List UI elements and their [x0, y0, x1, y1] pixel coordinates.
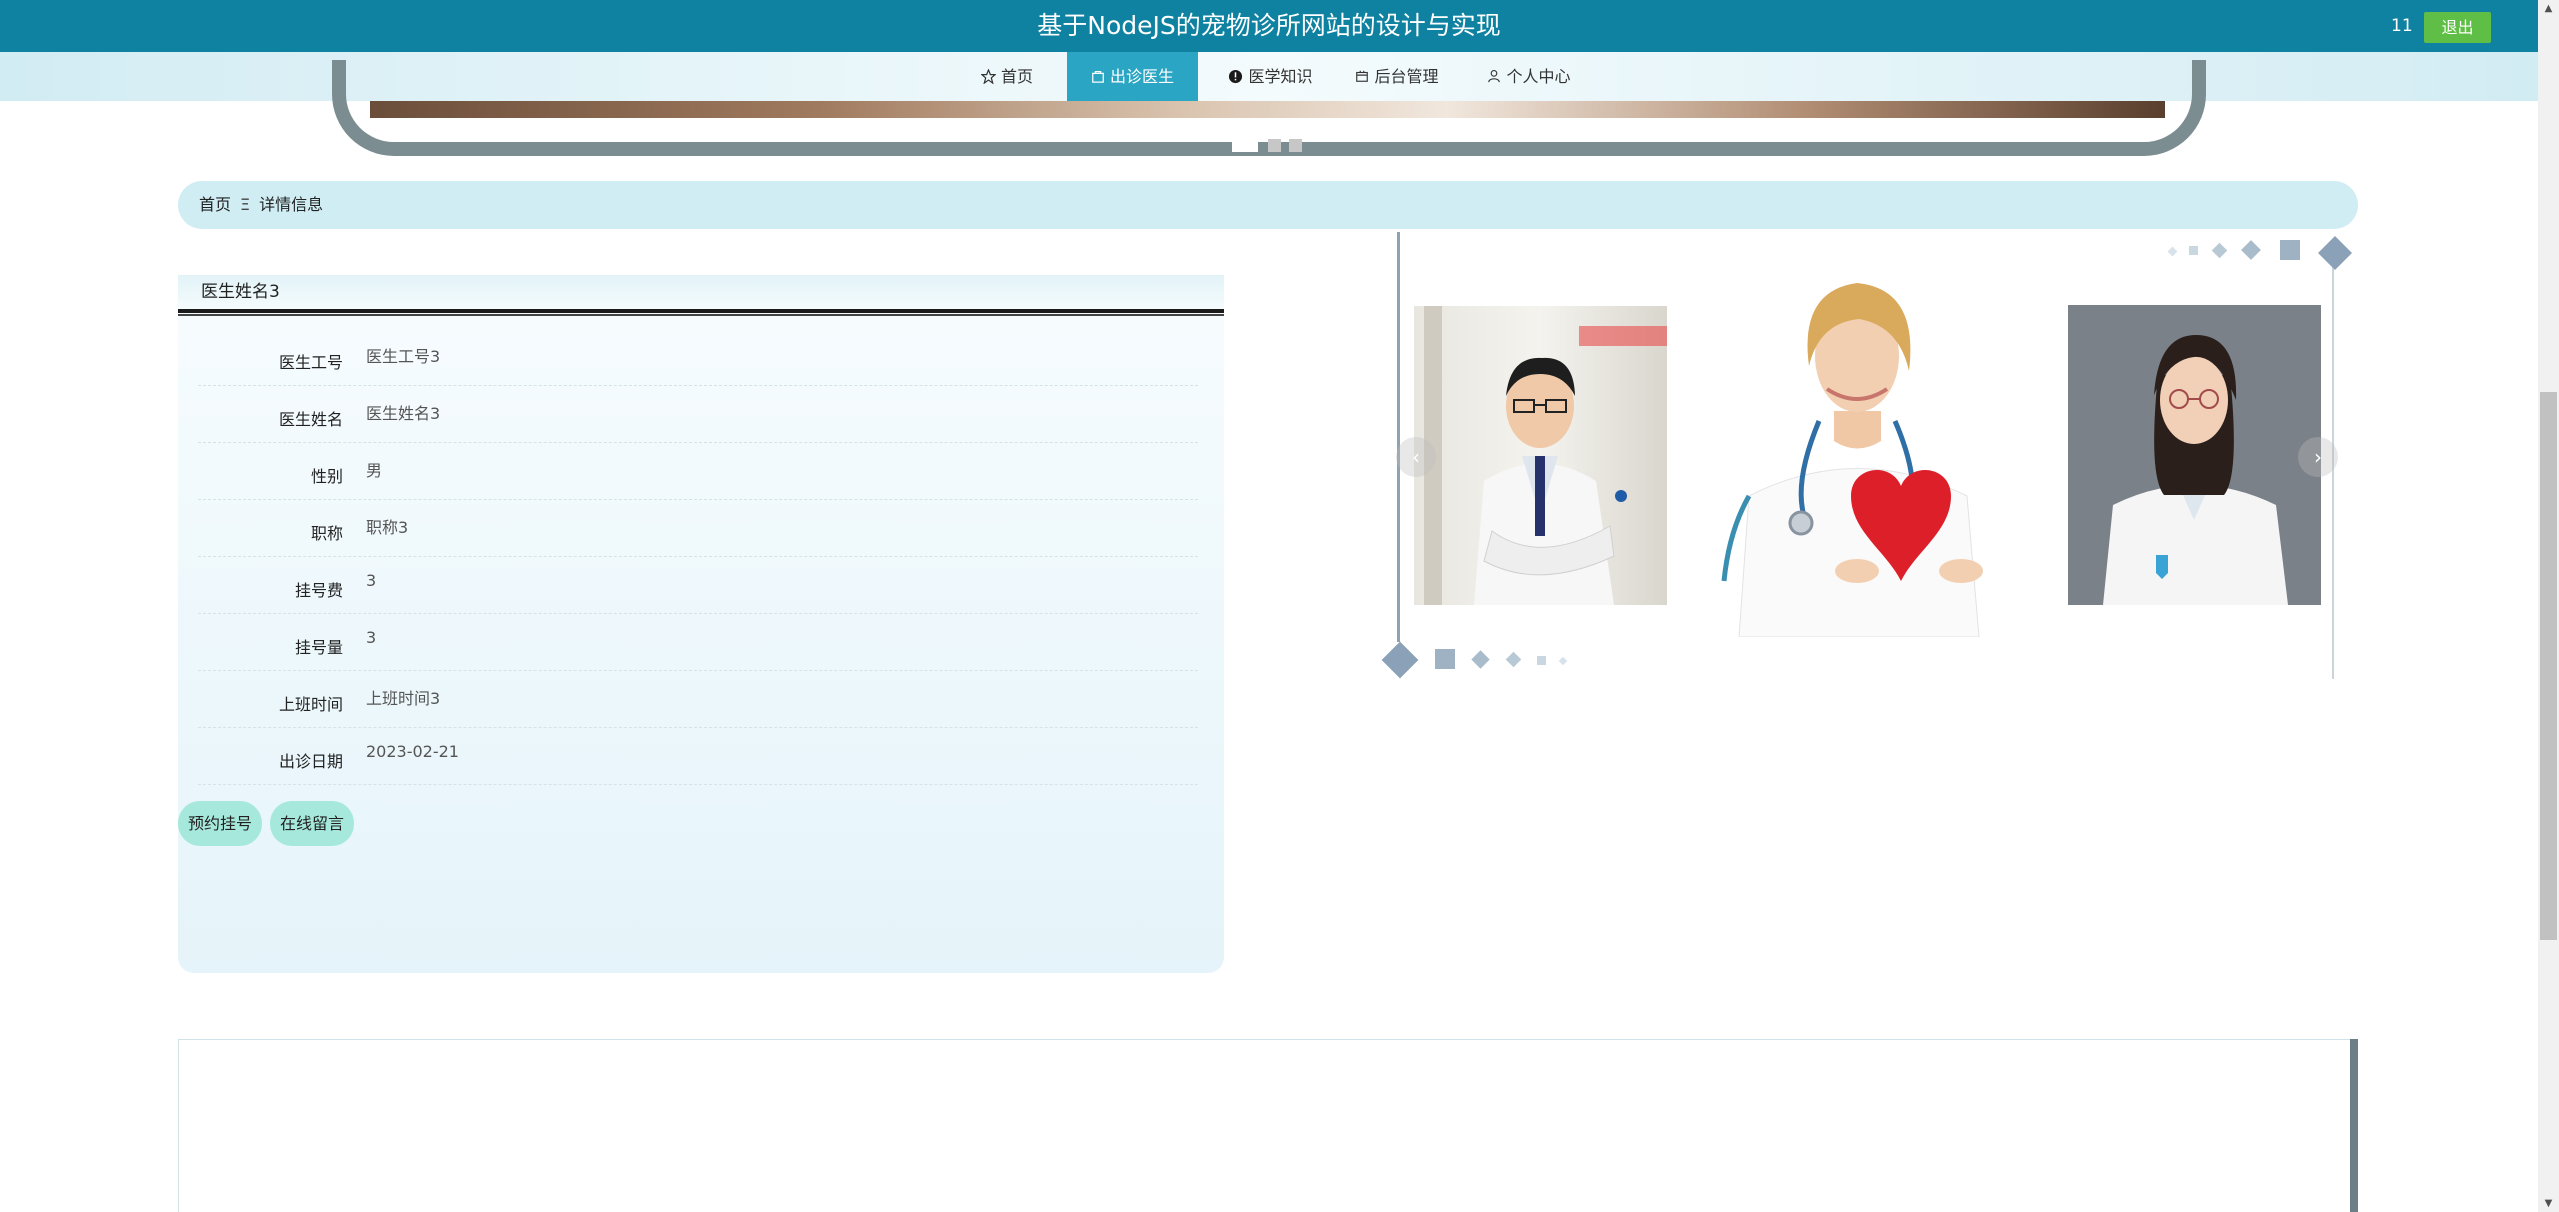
field-label: 医生工号: [278, 353, 343, 372]
carousel-image-doctor-female[interactable]: [2068, 305, 2321, 605]
breadcrumb-separator: Ξ: [240, 195, 251, 214]
field-value: 医生姓名3: [366, 404, 441, 423]
field-row: 职称 职称3: [198, 500, 1198, 557]
field-row: 挂号费 3: [198, 557, 1198, 614]
field-label: 出诊日期: [278, 752, 343, 771]
scroll-up-icon[interactable]: ▲: [2538, 0, 2559, 17]
field-value: 职称3: [366, 518, 409, 537]
field-value: 2023-02-21: [366, 742, 459, 761]
decor-square: [2189, 246, 2198, 255]
field-label: 职称: [310, 524, 343, 543]
field-value: 男: [366, 461, 383, 480]
top-header: 基于NodeJS的宠物诊所网站的设计与实现 11 退出: [0, 0, 2538, 52]
user-name: 11: [2391, 16, 2413, 36]
field-value: 3: [366, 571, 377, 590]
carousel-image-doctor-male[interactable]: [1414, 306, 1667, 605]
site-title: 基于NodeJS的宠物诊所网站的设计与实现: [1037, 11, 1501, 40]
bottom-panel-accent: [2350, 1039, 2358, 1212]
breadcrumb-current: 详情信息: [259, 195, 324, 214]
decor-square: [2280, 240, 2300, 260]
detail-panel: 医生姓名3 医生工号 医生工号3 医生姓名 医生姓名3 性别 男 职称 职称3 …: [178, 275, 1224, 973]
breadcrumb-home[interactable]: 首页: [199, 181, 231, 229]
field-value: 上班时间3: [366, 689, 441, 708]
banner-dot-3[interactable]: [1289, 139, 1302, 152]
field-value: 医生工号3: [366, 347, 441, 366]
detail-title: 医生姓名3: [178, 275, 1224, 309]
field-label: 挂号费: [294, 581, 343, 600]
decor-square: [1537, 656, 1546, 665]
carousel-prev-button[interactable]: ‹: [1396, 437, 1436, 477]
carousel-frame-line: [1397, 232, 1400, 642]
field-label: 挂号量: [294, 638, 343, 657]
bottom-content-panel: [178, 1039, 2358, 1212]
detail-divider: [178, 309, 1224, 316]
field-row: 医生工号 医生工号3: [198, 329, 1198, 386]
scroll-thumb[interactable]: [2540, 392, 2557, 940]
field-label: 上班时间: [278, 695, 343, 714]
field-value: 3: [366, 628, 377, 647]
carousel-image-nurse-heart[interactable]: [1709, 271, 2006, 637]
scroll-down-icon[interactable]: ▼: [2538, 1195, 2559, 1212]
field-row: 医生姓名 医生姓名3: [198, 386, 1198, 443]
banner-dot-1[interactable]: [1232, 139, 1258, 152]
field-label: 性别: [310, 467, 343, 486]
decor-square: [1435, 649, 1455, 669]
logout-button[interactable]: 退出: [2424, 12, 2491, 43]
online-message-button[interactable]: 在线留言: [270, 801, 355, 846]
banner-dot-2[interactable]: [1268, 139, 1281, 152]
field-row: 性别 男: [198, 443, 1198, 500]
field-row: 挂号量 3: [198, 614, 1198, 671]
field-row: 出诊日期 2023-02-21: [198, 728, 1198, 785]
field-label: 医生姓名: [278, 410, 343, 429]
field-row: 上班时间 上班时间3: [198, 671, 1198, 728]
breadcrumb: 首页 Ξ 详情信息: [178, 181, 2358, 229]
page-scrollbar[interactable]: ▲ ▼: [2538, 0, 2559, 1212]
book-appointment-button[interactable]: 预约挂号: [178, 801, 263, 846]
carousel-next-button[interactable]: ›: [2298, 437, 2338, 477]
